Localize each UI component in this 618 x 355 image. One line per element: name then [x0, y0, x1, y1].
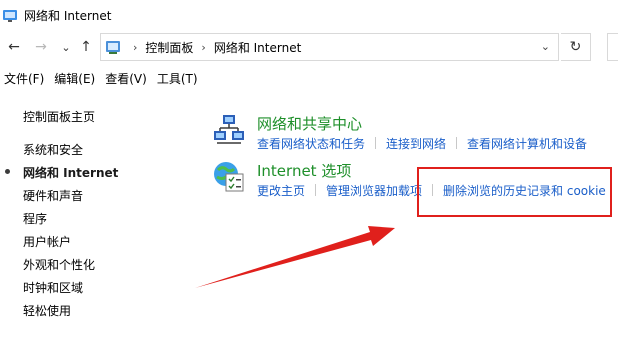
menu-file[interactable]: 文件(F)	[4, 70, 44, 90]
link-view-network-computers[interactable]: 查看网络计算机和设备	[467, 135, 587, 152]
network-folder-icon	[3, 10, 17, 22]
refresh-button[interactable]: ↻	[561, 33, 591, 61]
annotation-highlight-box	[417, 167, 612, 217]
menu-edit[interactable]: 编辑(E)	[54, 70, 95, 90]
sidebar-item-network-internet[interactable]: 网络和 Internet	[23, 164, 118, 181]
link-divider	[456, 137, 458, 149]
breadcrumb-control-panel[interactable]: 控制面板	[145, 39, 193, 56]
sidebar-item-user-accounts[interactable]: 用户帐户	[23, 233, 71, 250]
sidebar-item-appearance[interactable]: 外观和个性化	[23, 256, 95, 273]
link-view-network-status[interactable]: 查看网络状态和任务	[257, 135, 365, 152]
section-title-network-sharing-center[interactable]: 网络和共享中心	[257, 113, 362, 134]
breadcrumb-separator: ›	[133, 40, 138, 54]
link-divider	[375, 137, 377, 149]
sidebar-item-system-security[interactable]: 系统和安全	[23, 141, 83, 158]
navigation-bar: ← → ⌄ ↑ › 控制面板 › 网络和 Internet ⌄ ↻	[0, 31, 618, 63]
forward-arrow-icon[interactable]: →	[33, 37, 49, 57]
network-sharing-center-icon[interactable]	[212, 113, 246, 147]
section-title-internet-options[interactable]: Internet 选项	[257, 160, 351, 181]
sidebar-item-clock-region[interactable]: 时钟和区域	[23, 279, 83, 296]
internet-options-icon[interactable]	[212, 160, 246, 194]
recent-locations-chevron-icon[interactable]: ⌄	[59, 37, 73, 57]
link-change-homepage[interactable]: 更改主页	[257, 182, 305, 199]
network-sharing-links: 查看网络状态和任务 连接到网络 查看网络计算机和设备	[257, 135, 587, 152]
link-manage-browser-addons[interactable]: 管理浏览器加载项	[326, 182, 422, 199]
address-bar[interactable]: › 控制面板 › 网络和 Internet ⌄	[100, 33, 559, 61]
control-panel-icon	[106, 41, 120, 54]
breadcrumb-separator: ›	[201, 40, 206, 54]
sidebar-item-hardware-sound[interactable]: 硬件和声音	[23, 187, 83, 204]
current-item-bullet	[5, 169, 10, 174]
title-bar: 网络和 Internet	[0, 0, 618, 30]
link-connect-to-network[interactable]: 连接到网络	[386, 135, 446, 152]
breadcrumb-network-internet[interactable]: 网络和 Internet	[214, 39, 301, 56]
menu-bar: 文件(F) 编辑(E) 查看(V) 工具(T)	[0, 70, 204, 90]
sidebar-item-programs[interactable]: 程序	[23, 210, 47, 227]
menu-tools[interactable]: 工具(T)	[157, 70, 198, 90]
sidebar-item-ease-of-access[interactable]: 轻松使用	[23, 302, 71, 319]
up-arrow-icon[interactable]: ↑	[78, 37, 94, 57]
refresh-icon: ↻	[569, 39, 582, 55]
link-divider	[315, 184, 317, 196]
menu-view[interactable]: 查看(V)	[105, 70, 147, 90]
window-title: 网络和 Internet	[24, 8, 112, 23]
address-dropdown-chevron-icon[interactable]: ⌄	[541, 40, 550, 53]
search-input[interactable]	[607, 33, 618, 61]
back-arrow-icon[interactable]: ←	[6, 37, 22, 57]
sidebar-item-control-panel-home[interactable]: 控制面板主页	[23, 108, 95, 125]
